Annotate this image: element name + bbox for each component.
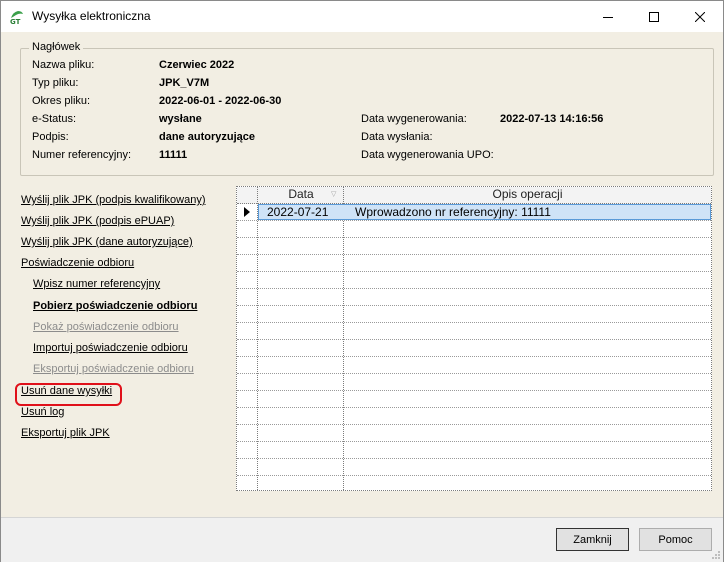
maximize-icon: [649, 11, 659, 22]
help-button[interactable]: Pomoc: [639, 528, 712, 551]
dialog-window: GT Wysyłka elektroniczna Nagłówek Nazwa …: [0, 0, 724, 562]
column-header-description[interactable]: Opis operacji: [344, 187, 711, 203]
sort-indicator-icon: ▽: [331, 191, 337, 198]
download-receipt-confirmation-link[interactable]: Pobierz poświadczenie odbioru: [33, 300, 197, 312]
app-logo-icon: GT: [9, 9, 25, 26]
delete-log-link[interactable]: Usuń log: [21, 406, 64, 418]
import-receipt-confirmation-link[interactable]: Importuj poświadczenie odbioru: [33, 342, 188, 354]
operations-log-grid[interactable]: Data ▽ Opis operacji 2022-07-21 Wprowadz…: [236, 186, 712, 491]
receipt-confirmation-link[interactable]: Poświadczenie odbioru: [21, 257, 134, 269]
grid-row-line: [237, 356, 711, 357]
signature-value: dane autoryzujące: [159, 131, 255, 143]
header-groupbox: Nagłówek Nazwa pliku: Czerwiec 2022 Typ …: [20, 41, 714, 176]
resize-grip-icon[interactable]: [711, 550, 721, 560]
show-receipt-confirmation-link: Pokaż poświadczenie odbioru: [33, 321, 179, 333]
close-icon: [695, 11, 705, 22]
row-description-cell[interactable]: Wprowadzono nr referencyjny: 11111: [355, 205, 551, 220]
grid-row-line: [237, 373, 711, 374]
file-name-value: Czerwiec 2022: [159, 59, 235, 71]
app-logo-text: GT: [10, 18, 21, 25]
close-button[interactable]: Zamknij: [556, 528, 629, 551]
file-period-value: 2022-06-01 - 2022-06-30: [159, 95, 282, 107]
file-type-value: JPK_V7M: [159, 77, 210, 89]
export-jpk-file-link[interactable]: Eksportuj plik JPK: [21, 427, 110, 439]
sent-date-label: Data wysłania:: [361, 131, 433, 143]
signature-label: Podpis:: [32, 131, 69, 143]
reference-number-value: 11111: [159, 149, 188, 161]
grid-row-line: [237, 254, 711, 255]
upo-generated-date-label: Data wygenerowania UPO:: [361, 149, 494, 161]
grid-header-row: Data ▽ Opis operacji: [237, 187, 711, 204]
grid-row-line: [237, 305, 711, 306]
header-legend: Nagłówek: [29, 41, 84, 53]
current-row-indicator-icon: [244, 207, 250, 217]
send-jpk-authorization-data-link[interactable]: Wyślij plik JPK (dane autoryzujące): [21, 236, 193, 248]
minimize-button[interactable]: [585, 1, 631, 32]
reference-number-label: Numer referencyjny:: [32, 149, 132, 161]
file-type-label: Typ pliku:: [32, 77, 79, 89]
dialog-footer: Zamknij Pomoc: [1, 517, 723, 562]
e-status-value: wysłane: [159, 113, 202, 125]
grid-row-line: [237, 475, 711, 476]
grid-row-line: [237, 407, 711, 408]
generated-date-label: Data wygenerowania:: [361, 113, 467, 125]
grid-row-line: [237, 237, 711, 238]
grid-row-line: [237, 390, 711, 391]
title-bar[interactable]: GT Wysyłka elektroniczna: [1, 1, 723, 32]
e-status-label: e-Status:: [32, 113, 77, 125]
generated-date-value: 2022-07-13 14:16:56: [500, 113, 604, 125]
grid-row-line: [237, 339, 711, 340]
file-name-label: Nazwa pliku:: [32, 59, 95, 71]
minimize-icon: [603, 16, 613, 18]
send-jpk-qualified-signature-link[interactable]: Wyślij plik JPK (podpis kwalifikowany): [21, 194, 206, 206]
window-title: Wysyłka elektroniczna: [32, 9, 151, 23]
grid-row-line: [237, 458, 711, 459]
export-receipt-confirmation-link: Eksportuj poświadczenie odbioru: [33, 363, 194, 375]
grid-row-line: [237, 441, 711, 442]
grid-row-line: [237, 288, 711, 289]
grid-row-line: [237, 271, 711, 272]
dialog-content: Nagłówek Nazwa pliku: Czerwiec 2022 Typ …: [1, 32, 723, 517]
grid-row-line: [237, 322, 711, 323]
red-highlight-annotation: [15, 383, 122, 406]
grid-row-line: [237, 220, 711, 221]
close-window-button[interactable]: [677, 1, 723, 32]
send-jpk-epuap-link[interactable]: Wyślij plik JPK (podpis ePUAP): [21, 215, 174, 227]
row-date-cell[interactable]: 2022-07-21: [267, 205, 328, 220]
grid-row-line: [237, 424, 711, 425]
file-period-label: Okres pliku:: [32, 95, 91, 107]
maximize-button[interactable]: [631, 1, 677, 32]
enter-reference-number-link[interactable]: Wpisz numer referencyjny: [33, 278, 160, 290]
